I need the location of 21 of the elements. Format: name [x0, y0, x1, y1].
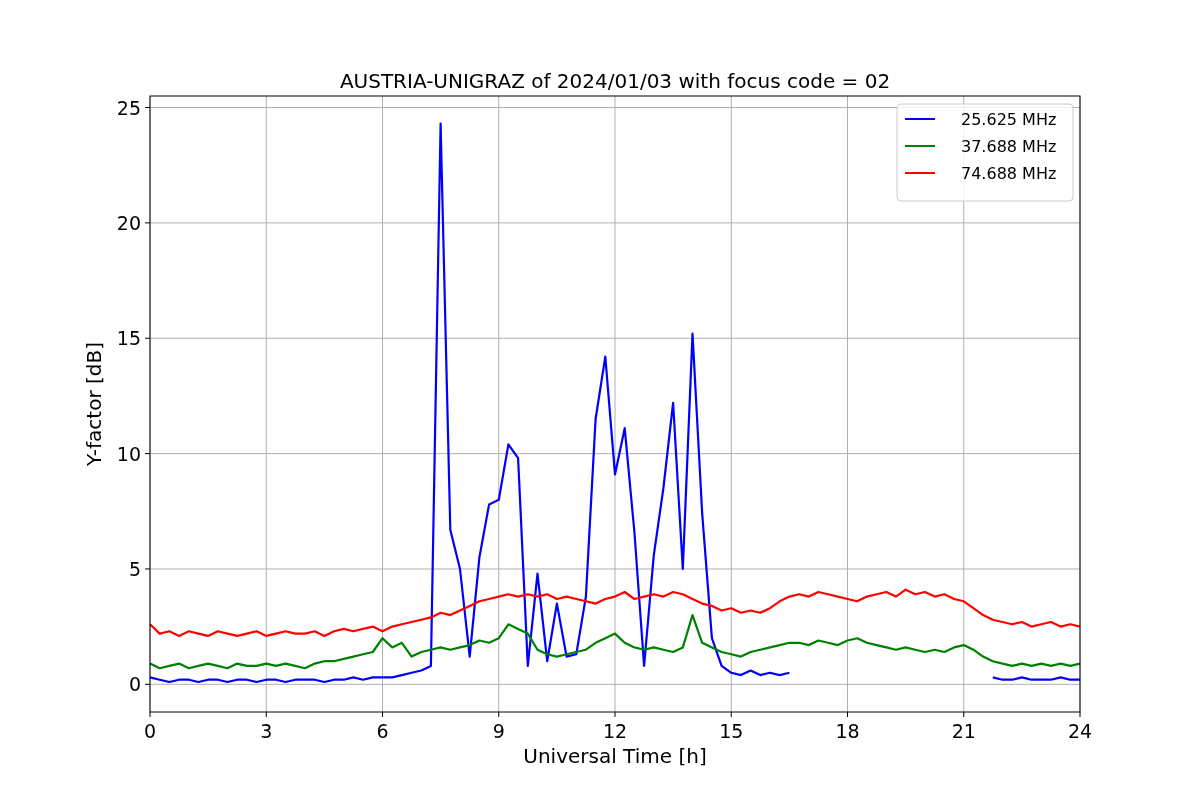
tick-label: 24 — [1067, 720, 1093, 742]
tick-label: 25 — [116, 96, 141, 119]
tick-label: 12 — [602, 720, 628, 742]
tick-label: 0 — [128, 673, 141, 696]
legend-label: 74.688 MHz — [961, 164, 1057, 183]
tick-label: 6 — [376, 720, 389, 742]
tick-label: 20 — [116, 211, 141, 234]
tick-label: 15 — [116, 327, 141, 350]
x-axis-label: Universal Time [h] — [523, 744, 707, 768]
tick-label: 15 — [719, 720, 744, 742]
chart-title: AUSTRIA-UNIGRAZ of 2024/01/03 with focus code = 02 — [339, 69, 891, 93]
tick-label: 9 — [492, 720, 505, 742]
legend-label: 25.625 MHz — [961, 110, 1057, 129]
tick-label: 3 — [260, 720, 273, 742]
y-axis-label: Y-factor [dB] — [82, 342, 106, 466]
tick-label: 5 — [128, 557, 141, 580]
tick-label: 18 — [835, 720, 860, 742]
tick-label: 21 — [951, 720, 976, 742]
tick-label: 0 — [143, 720, 157, 742]
legend-label: 37.688 MHz — [961, 137, 1057, 156]
tick-label: 10 — [116, 442, 141, 465]
